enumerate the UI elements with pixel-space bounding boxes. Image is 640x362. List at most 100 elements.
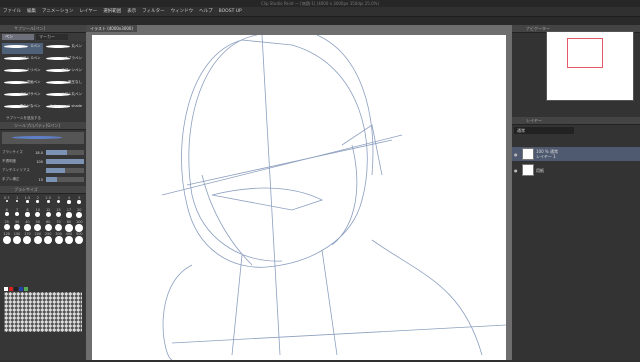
brush-size-option[interactable]: 30 — [12, 220, 21, 231]
brush-size-option[interactable]: 170 — [23, 232, 32, 244]
layer-row[interactable]: ● 100 % 通常 レイヤー 1 — [512, 147, 640, 161]
brush-size-option[interactable]: 8 — [23, 208, 32, 219]
brush-size-option[interactable]: 1.5 — [23, 196, 32, 207]
brush-size-option[interactable]: 500 — [75, 232, 84, 244]
brush-size-option[interactable]: 300 — [54, 232, 63, 244]
brush-size-option[interactable]: 6 — [2, 208, 11, 219]
property-slider[interactable] — [46, 168, 84, 173]
navigator-preview[interactable] — [546, 31, 634, 101]
brush-item[interactable]: リアル Gペン — [2, 55, 43, 66]
brush-item[interactable]: ミリペン — [2, 67, 43, 78]
brush-size-option[interactable]: 100 — [75, 220, 84, 232]
brush-item[interactable]: 丸ペン — [43, 43, 84, 54]
menu-item[interactable]: 選択範囲 — [100, 7, 124, 17]
brush-size-option[interactable]: 150 — [12, 232, 22, 244]
brush-size-option[interactable]: 25 — [2, 220, 11, 231]
brush-stroke-preview — [45, 45, 70, 48]
brush-size-option[interactable]: 15 — [54, 208, 63, 219]
brush-item[interactable]: カブラペン — [43, 55, 84, 66]
brush-size-option[interactable]: 120 — [2, 232, 11, 244]
eye-icon[interactable]: ● — [514, 152, 520, 157]
brush-size-option[interactable]: 12 — [44, 208, 53, 219]
brush-item[interactable]: 滑らかなペン — [2, 103, 43, 114]
brush-size-option[interactable]: 0.7 — [2, 196, 11, 207]
brush-item[interactable]: 漫画ペン — [2, 79, 43, 90]
brush-size-header: ブラシサイズ — [0, 186, 86, 194]
menu-item[interactable]: BOOST UP — [216, 7, 245, 17]
face-line — [201, 174, 253, 266]
brush-size-option[interactable]: 60 — [44, 220, 53, 231]
brush-size-option[interactable]: 250 — [44, 232, 53, 244]
menu-item[interactable]: 表示 — [124, 7, 139, 17]
brush-size-option[interactable]: 4 — [64, 196, 73, 207]
color-swatch[interactable] — [14, 287, 18, 291]
layer-row[interactable]: ● 用紙 — [512, 163, 640, 177]
property-label: ブラシサイズ — [2, 150, 23, 154]
brush-size-option[interactable]: 200 — [33, 232, 42, 244]
command-bar — [0, 17, 640, 25]
menu-item[interactable]: ウィンドウ — [168, 7, 197, 17]
brush-label: Gペン — [30, 44, 41, 48]
property-slider[interactable] — [46, 159, 84, 164]
brush-item[interactable]: ガサガサペン — [2, 91, 43, 102]
brush-size-option[interactable]: 70 — [54, 220, 63, 232]
brush-size-dot — [23, 236, 32, 244]
tab-pen[interactable]: ペン — [2, 34, 34, 40]
eye-icon[interactable]: ● — [514, 168, 520, 173]
brush-size-option[interactable]: 17 — [64, 208, 73, 219]
color-swatch[interactable] — [4, 287, 8, 291]
color-swatch[interactable] — [19, 287, 23, 291]
menu-item[interactable]: レイヤー — [76, 7, 100, 17]
brush-size-option[interactable]: 5 — [75, 196, 84, 207]
brush-size-option[interactable]: 50 — [33, 220, 42, 231]
brush-size-option[interactable]: 1 — [12, 196, 21, 207]
menu-item[interactable]: フィルター — [139, 7, 167, 17]
brush-size-dot — [44, 236, 53, 244]
property-label: アンチエイリアス — [2, 168, 30, 172]
brush-size-dot — [76, 212, 83, 218]
navigator-viewport-rect[interactable] — [567, 38, 603, 68]
subtool-tabs: ペン マーカー — [0, 33, 86, 41]
menu-item[interactable]: ファイル — [0, 7, 24, 17]
brush-item[interactable]: 筆圧なし — [43, 79, 84, 90]
brush-item[interactable]: リアル丸ペン — [43, 91, 84, 102]
drawing-canvas[interactable] — [92, 34, 507, 361]
brush-size-option[interactable]: 3 — [54, 196, 63, 207]
property-slider[interactable] — [46, 150, 84, 155]
brush-size-option[interactable]: 400 — [64, 232, 73, 244]
brush-item[interactable]: Gペン — [2, 43, 43, 54]
brush-item[interactable]: Kaito pencil shade — [43, 103, 84, 114]
color-set-panel[interactable] — [4, 292, 82, 332]
nose-mark — [211, 187, 324, 211]
tab-marker[interactable]: マーカー — [36, 34, 68, 40]
brush-size-option[interactable]: 40 — [23, 220, 32, 231]
brush-size-option[interactable]: 80 — [64, 220, 73, 232]
sketch-lines — [161, 34, 507, 361]
brush-size-dot — [25, 212, 30, 217]
layer-name: 用紙 — [536, 167, 544, 173]
property-slider[interactable] — [46, 177, 84, 182]
blend-mode-select[interactable]: 通常 — [514, 127, 574, 134]
window-title: Clip Studio Paint — [無題-1] (4000 x 3000p… — [260, 1, 380, 6]
brush-size-label: 20 — [77, 208, 82, 212]
document-tab[interactable]: イラスト (4000x3000) — [86, 25, 138, 32]
brush-item[interactable]: スプーンペン — [43, 67, 84, 78]
brush-size-option[interactable]: 2.5 — [44, 196, 53, 207]
layer-sub: レイヤー 1 — [536, 154, 556, 159]
property-value: 100 — [36, 159, 43, 164]
menu-item[interactable]: アニメーション — [39, 7, 76, 17]
property-slider-fill — [46, 150, 67, 155]
brush-size-label: 5 — [78, 196, 81, 200]
menu-item[interactable]: 編集 — [24, 7, 39, 17]
brush-preview — [2, 132, 84, 144]
brush-size-dot — [15, 200, 19, 203]
brush-size-option[interactable]: 10 — [33, 208, 42, 219]
color-swatch[interactable] — [24, 287, 28, 291]
color-swatch[interactable] — [9, 287, 13, 291]
brush-size-label: 70 — [56, 220, 61, 224]
menu-item[interactable]: ヘルプ — [196, 7, 216, 17]
brush-size-option[interactable]: 2 — [33, 196, 42, 207]
brush-label: カブラペン — [64, 56, 83, 60]
brush-size-option[interactable]: 20 — [75, 208, 84, 219]
brush-size-option[interactable]: 7 — [12, 208, 21, 219]
